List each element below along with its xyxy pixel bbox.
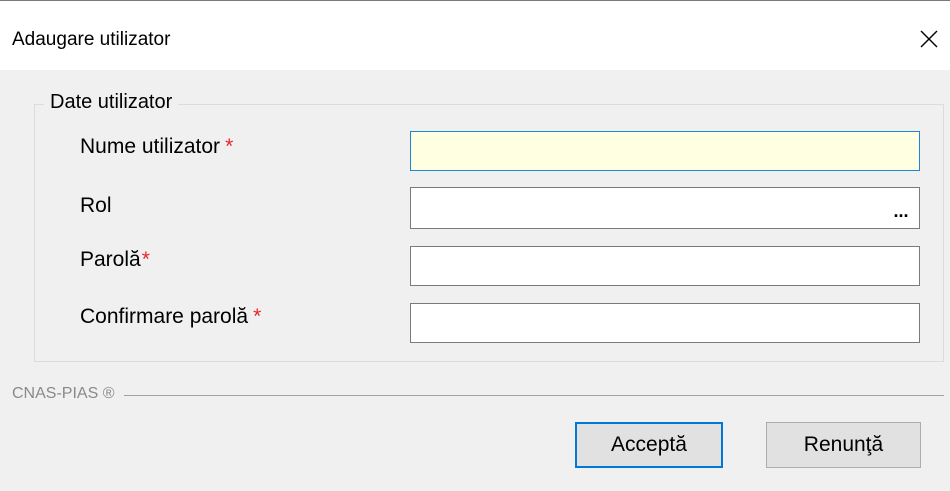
password-field[interactable] [410, 246, 920, 286]
title-bar: Adaugare utilizator [0, 0, 950, 70]
role-browse-button[interactable]: ... [889, 194, 913, 222]
required-mark: * [141, 248, 150, 271]
dialog-title: Adaugare utilizator [12, 29, 171, 50]
group-legend: Date utilizator [44, 91, 179, 114]
required-mark: * [225, 135, 234, 158]
footer-brand: CNAS-PIAS ® [12, 385, 125, 403]
cancel-button[interactable]: Renunţă [766, 422, 921, 468]
username-label: Nume utilizator * [80, 135, 234, 158]
close-button[interactable] [908, 19, 950, 59]
confirm-password-field[interactable] [410, 303, 920, 343]
required-mark: * [253, 305, 262, 328]
password-label: Parolă* [80, 248, 150, 271]
footer-divider [12, 395, 944, 396]
close-icon [920, 30, 938, 48]
add-user-dialog: Adaugare utilizator Date utilizator Nume… [0, 0, 950, 491]
role-label: Rol [80, 194, 112, 217]
accept-button[interactable]: Acceptă [575, 422, 723, 468]
confirm-password-label: Confirmare parolă * [80, 305, 262, 328]
username-field[interactable] [410, 131, 920, 171]
role-field[interactable]: ... [410, 187, 920, 229]
